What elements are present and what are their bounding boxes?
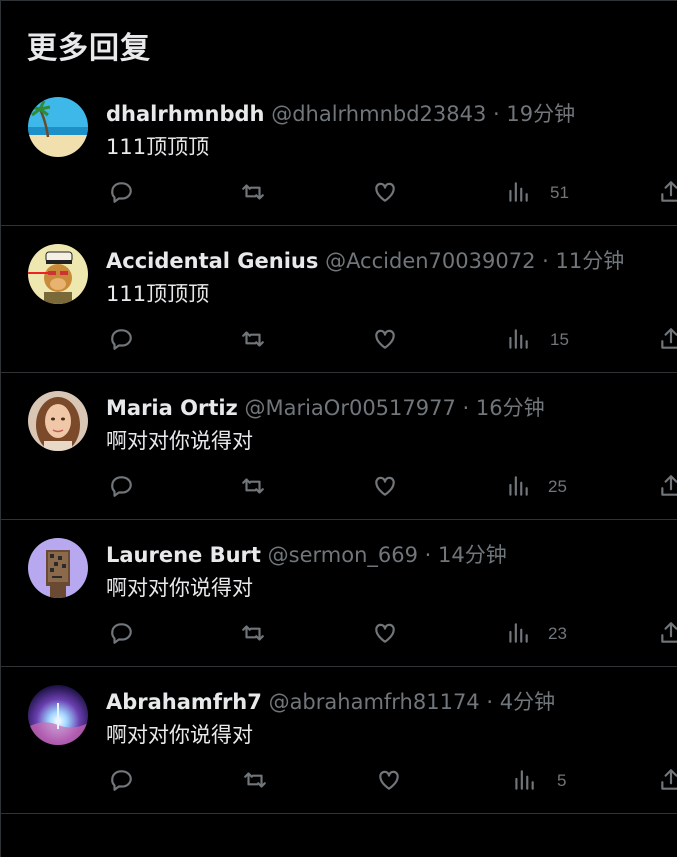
user-name[interactable]: dhalrhmnbdh [106, 102, 265, 126]
reply-text: 111顶顶顶 [106, 135, 210, 159]
retweet-icon[interactable] [239, 619, 267, 647]
separator: · [486, 690, 494, 714]
share-icon[interactable] [657, 178, 677, 206]
reply-item[interactable]: Laurene Burt @sermon_669 · 14分钟 啊对对你说得对 … [1, 520, 677, 667]
views-count: 5 [557, 771, 567, 790]
views-count: 25 [548, 477, 567, 496]
user-handle[interactable]: @MariaOr00517977 [244, 396, 455, 420]
retweet-icon[interactable] [239, 472, 267, 500]
timestamp[interactable]: 16分钟 [476, 396, 545, 420]
user-name[interactable]: Accidental Genius [106, 249, 318, 273]
reply-item[interactable]: Maria Ortiz @MariaOr00517977 · 16分钟 啊对对你… [1, 373, 677, 520]
timestamp[interactable]: 14分钟 [438, 543, 507, 567]
beach-avatar[interactable] [28, 97, 88, 157]
reply-icon[interactable] [107, 619, 135, 647]
views-icon[interactable] [504, 472, 532, 500]
reply-icon[interactable] [107, 178, 135, 206]
like-icon[interactable] [375, 766, 403, 794]
reply-text: 啊对对你说得对 [106, 723, 253, 747]
woman-avatar[interactable] [28, 391, 88, 451]
like-icon[interactable] [371, 472, 399, 500]
ape-avatar[interactable] [28, 244, 88, 304]
user-handle[interactable]: @abrahamfrh81174 [269, 690, 480, 714]
user-name[interactable]: Abrahamfrh7 [106, 690, 262, 714]
timestamp[interactable]: 11分钟 [556, 249, 625, 273]
user-name[interactable]: Laurene Burt [106, 543, 261, 567]
galaxy-avatar[interactable] [28, 685, 88, 745]
share-icon[interactable] [657, 325, 677, 353]
views-icon[interactable] [504, 325, 532, 353]
pixel-punk-avatar[interactable] [28, 538, 88, 598]
separator: · [462, 396, 470, 420]
user-name[interactable]: Maria Ortiz [106, 396, 238, 420]
reply-text: 啊对对你说得对 [106, 429, 253, 453]
views-icon[interactable] [504, 178, 532, 206]
reply-icon[interactable] [107, 325, 135, 353]
user-handle[interactable]: @sermon_669 [268, 543, 418, 567]
share-icon[interactable] [657, 472, 677, 500]
views-icon[interactable] [504, 619, 532, 647]
section-title: 更多回复 [27, 31, 151, 66]
views-count: 15 [550, 330, 569, 349]
timestamp[interactable]: 4分钟 [500, 690, 555, 714]
retweet-icon[interactable] [241, 766, 269, 794]
views-icon[interactable] [510, 766, 538, 794]
retweet-icon[interactable] [239, 325, 267, 353]
timestamp[interactable]: 19分钟 [506, 102, 575, 126]
reply-icon[interactable] [107, 766, 135, 794]
share-icon[interactable] [657, 766, 677, 794]
views-count: 51 [550, 183, 569, 202]
separator: · [493, 102, 500, 126]
separator: · [424, 543, 432, 567]
like-icon[interactable] [371, 325, 399, 353]
reply-icon[interactable] [107, 472, 135, 500]
reply-text: 111顶顶顶 [106, 282, 210, 306]
like-icon[interactable] [371, 619, 399, 647]
user-handle[interactable]: @Acciden70039072 [325, 249, 535, 273]
reply-item[interactable]: Accidental Genius @Acciden70039072 · 11分… [1, 226, 677, 373]
like-icon[interactable] [371, 178, 399, 206]
share-icon[interactable] [657, 619, 677, 647]
retweet-icon[interactable] [239, 178, 267, 206]
views-count: 23 [548, 624, 567, 643]
reply-item[interactable]: dhalrhmnbdh @dhalrhmnbd23843 · 19分钟 111顶… [1, 79, 677, 226]
replies-panel: 更多回复 dhalrhmnbdh @dhalrhmnbd23843 · 19分钟… [0, 0, 677, 857]
user-handle[interactable]: @dhalrhmnbd23843 [271, 102, 486, 126]
reply-item[interactable]: Abrahamfrh7 @abrahamfrh81174 · 4分钟 啊对对你说… [1, 667, 677, 814]
separator: · [542, 249, 549, 273]
reply-text: 啊对对你说得对 [106, 576, 253, 600]
